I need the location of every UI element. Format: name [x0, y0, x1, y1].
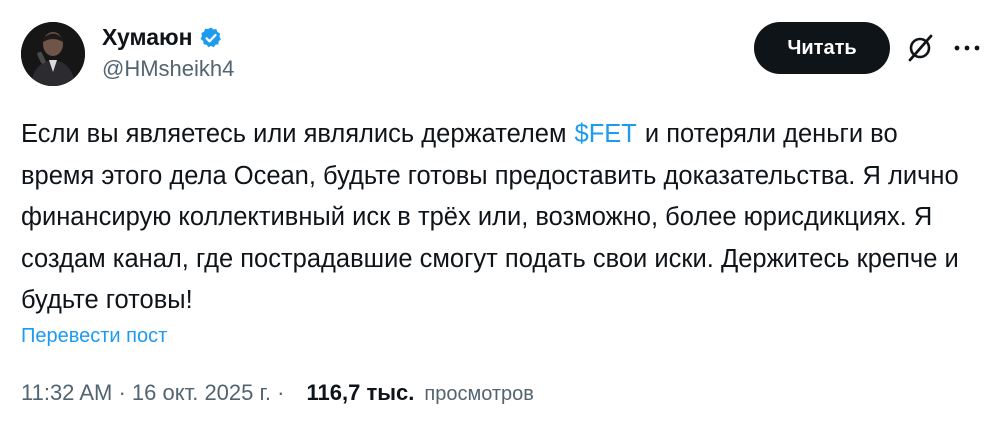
grok-icon[interactable]: [906, 32, 936, 64]
author-name[interactable]: Хумаюн: [102, 24, 193, 51]
avatar[interactable]: [21, 22, 85, 86]
tweet-time[interactable]: 11:32 AM: [21, 380, 112, 406]
tweet-text: Если вы являетесь или являлись держателе…: [21, 114, 971, 322]
more-dots-icon[interactable]: [952, 38, 982, 58]
views-label: просмотров: [424, 383, 534, 405]
verified-badge-icon: [200, 27, 221, 47]
author-name-row: Хумаюн: [102, 24, 223, 51]
person-with-microphone-avatar: [21, 22, 85, 86]
separator-dot: ·: [112, 380, 132, 405]
tweet-date[interactable]: 16 окт. 2025 г.: [132, 380, 271, 406]
author-handle[interactable]: @HMsheikh4: [102, 56, 234, 82]
cashtag-link[interactable]: $FET: [575, 120, 637, 148]
tweet-text-part: и потеряли деньги во время этого дела Oc…: [21, 120, 959, 314]
tweet-metadata: 11:32 AM · 16 окт. 2025 г. · 116,7 тыс. п…: [21, 380, 534, 406]
separator-dot: ·: [270, 380, 291, 405]
translate-post-link[interactable]: Перевести пост: [21, 325, 167, 348]
tweet-text-part: Если вы являетесь или являлись держателе…: [21, 120, 567, 148]
follow-button[interactable]: Читать: [754, 22, 890, 74]
views-count: 116,7 тыс.: [306, 380, 415, 405]
